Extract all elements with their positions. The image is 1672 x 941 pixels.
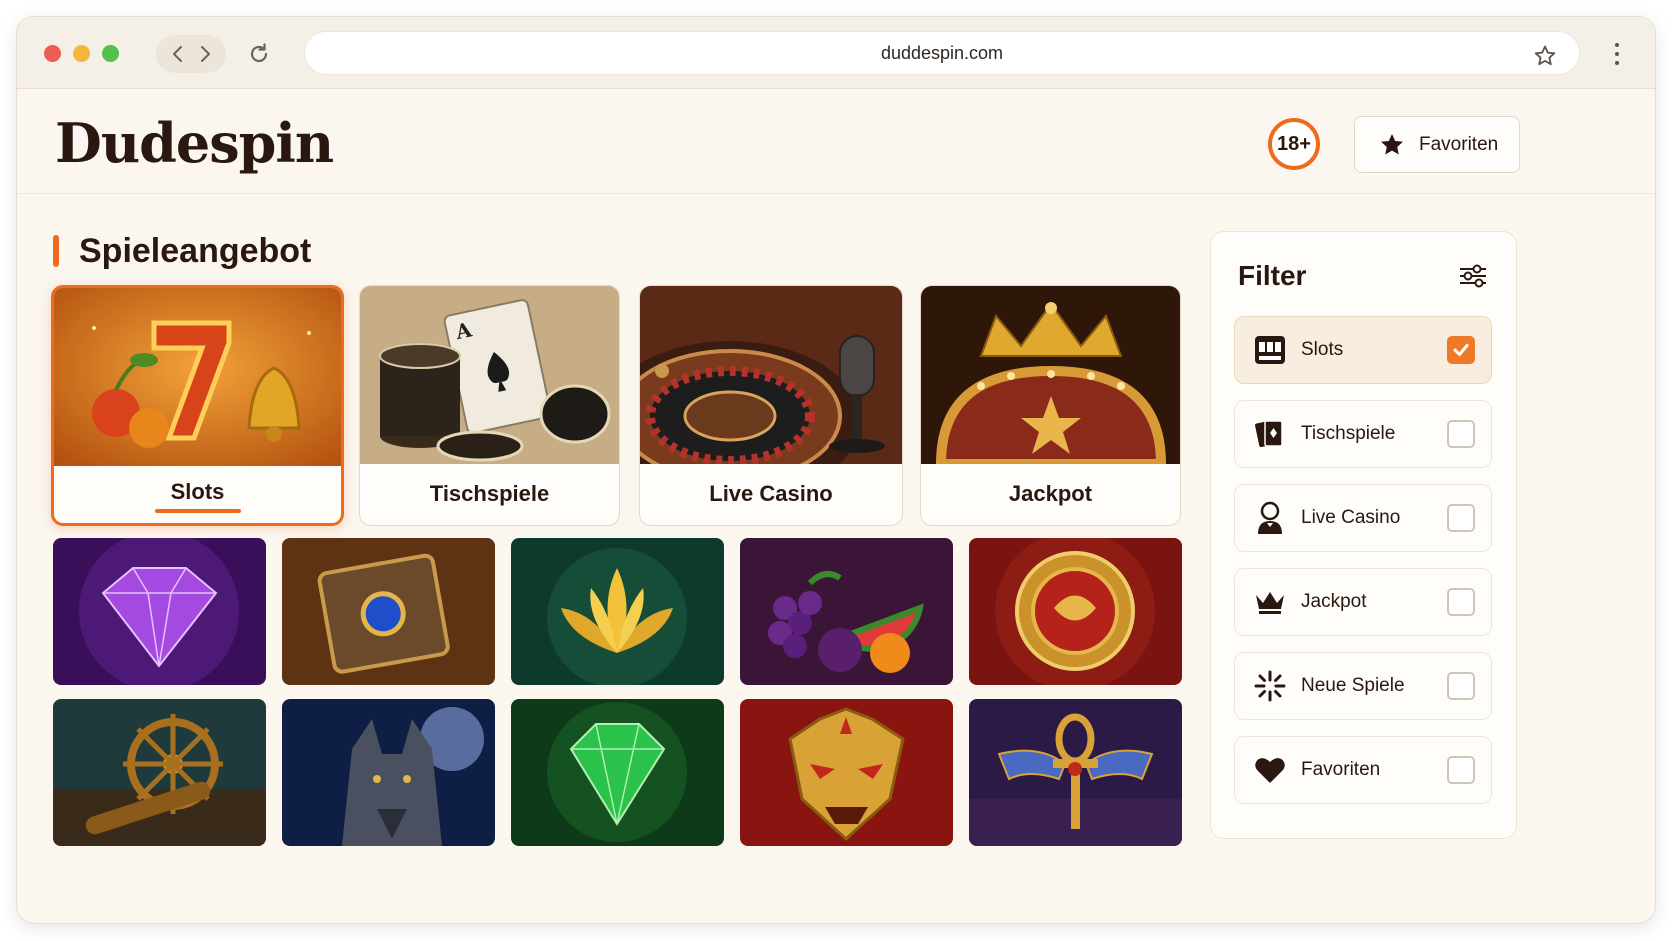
filter-item-neue-spiele[interactable]: Neue Spiele [1234,652,1492,720]
back-icon[interactable] [167,43,189,65]
section-title: Spieleangebot [79,231,312,270]
game-tile-ship-wheel-spyglass[interactable] [53,699,266,846]
game-tile-dragon-coin[interactable] [969,538,1182,685]
filter-item-label: Tischspiele [1301,423,1396,444]
filter-checkbox[interactable] [1447,756,1475,784]
sparkle-icon [1253,669,1287,703]
dragon-coin-icon [969,538,1182,685]
filter-checkbox[interactable] [1447,588,1475,616]
filter-panel: Filter Slots Tischspiele Live Casino Jac… [1210,231,1517,839]
purple-diamond-icon [53,538,266,685]
live-casino-art-icon [640,286,902,464]
game-tile-purple-diamond[interactable] [53,538,266,685]
filter-item-jackpot[interactable]: Jackpot [1234,568,1492,636]
main-content: Spieleangebot Slots A Tischspiele Live C… [17,195,1655,923]
category-label: Jackpot [1008,481,1093,506]
category-card-tischspiele[interactable]: A Tischspiele [359,285,620,526]
dealer-icon [1253,501,1287,535]
nav-buttons [156,35,226,73]
favorites-button[interactable]: Favoriten [1354,116,1520,173]
site-logo[interactable]: Dudespin [55,111,334,175]
bookmark-star-icon[interactable] [1533,44,1557,68]
filter-item-slots[interactable]: Slots [1234,316,1492,384]
wolf-icon [282,699,495,846]
filter-item-label: Jackpot [1301,591,1367,612]
active-category-underline [154,509,241,513]
game-tile-wolf-moon[interactable] [282,699,495,846]
filter-checkbox[interactable] [1447,504,1475,532]
game-tile-green-emerald[interactable] [511,699,724,846]
category-label: Live Casino [709,481,833,506]
ankh-icon [969,699,1182,846]
playing-card-icon [1253,417,1287,451]
address-bar[interactable]: duddespin.com [304,31,1580,75]
filter-checkbox-checked[interactable] [1447,336,1475,364]
slots-art-icon [54,288,341,466]
close-window-button[interactable] [44,45,61,62]
sliders-icon[interactable] [1458,262,1488,290]
maximize-window-button[interactable] [102,45,119,62]
filter-item-label: Favoriten [1301,759,1381,780]
emerald-icon [511,699,724,846]
slot-machine-icon [1253,333,1287,367]
favorites-button-label: Favoriten [1419,133,1499,155]
forward-icon[interactable] [194,43,216,65]
game-tile-golden-lotus[interactable] [511,538,724,685]
category-label: Slots [170,479,225,504]
filter-item-label: Live Casino [1301,507,1401,528]
reload-icon[interactable] [246,41,272,67]
age-badge: 18+ [1268,118,1320,170]
golden-lotus-icon [511,538,724,685]
table-games-art-icon: A [360,286,619,464]
checkmark-icon [1453,344,1469,356]
category-card-live-casino[interactable]: Live Casino [639,285,903,526]
jeweled-book-icon [282,538,495,685]
heart-icon [1253,753,1287,787]
filter-item-live-casino[interactable]: Live Casino [1234,484,1492,552]
crown-icon [1253,585,1287,619]
filter-title: Filter [1238,260,1307,291]
browser-toolbar: duddespin.com [17,17,1655,89]
site-header: Dudespin 18+ Favoriten [17,89,1655,194]
url-text: duddespin.com [880,42,1004,63]
browser-window: duddespin.com Dudespin 18+ Favoriten Spi… [16,16,1656,924]
category-card-slots[interactable]: Slots [51,285,344,526]
game-tile-golden-mask[interactable] [740,699,953,846]
game-tile-jeweled-book[interactable] [282,538,495,685]
jackpot-art-icon [921,286,1180,464]
fruits-icon [740,538,953,685]
filter-item-tischspiele[interactable]: Tischspiele [1234,400,1492,468]
filter-item-favoriten[interactable]: Favoriten [1234,736,1492,804]
section-heading: Spieleangebot [53,231,311,271]
filter-checkbox[interactable] [1447,420,1475,448]
game-tile-winged-ankh[interactable] [969,699,1182,846]
filter-item-label: Slots [1301,339,1344,360]
category-label: Tischspiele [429,481,550,506]
category-card-jackpot[interactable]: Jackpot [920,285,1181,526]
minimize-window-button[interactable] [73,45,90,62]
section-accent-bar [53,235,59,267]
game-tile-fruits[interactable] [740,538,953,685]
ship-wheel-icon [53,699,266,846]
filter-checkbox[interactable] [1447,672,1475,700]
star-icon [1381,133,1403,155]
more-menu-icon[interactable] [1607,41,1627,67]
golden-mask-icon [740,699,953,846]
filter-item-label: Neue Spiele [1301,675,1405,696]
